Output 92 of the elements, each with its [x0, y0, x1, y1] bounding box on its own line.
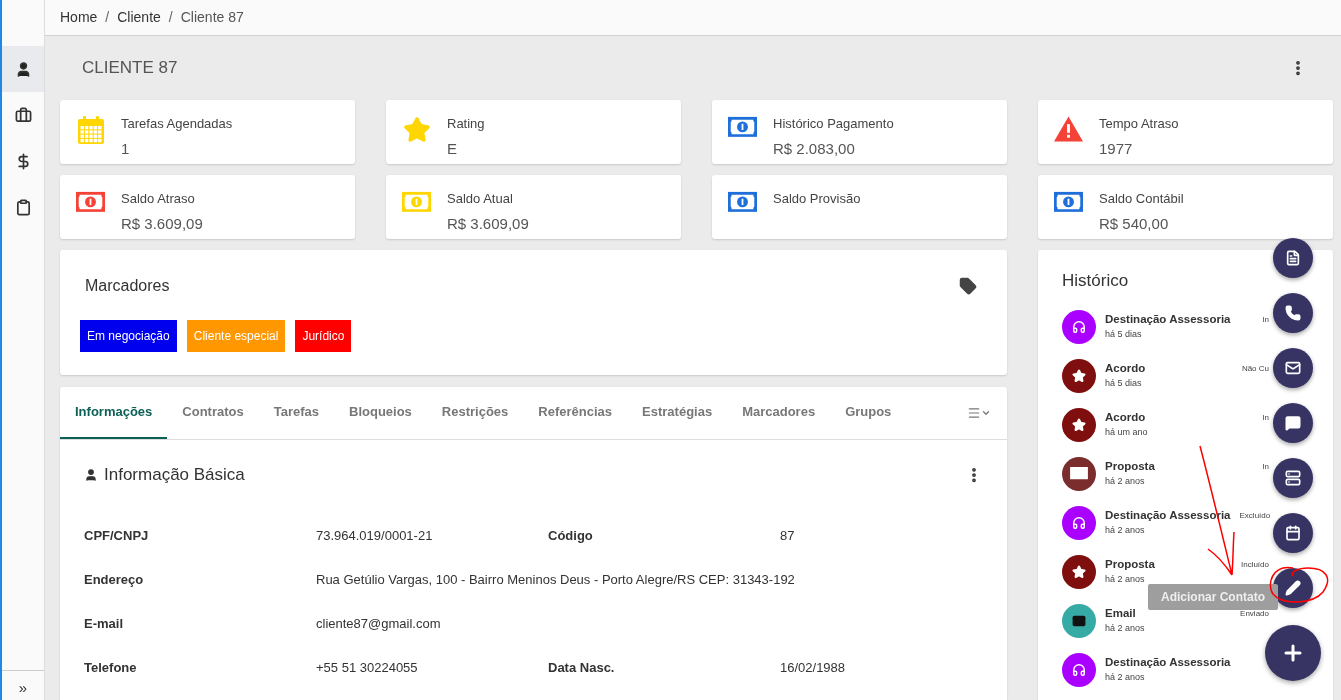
headset-icon	[1072, 662, 1086, 677]
field-value: cliente87@gmail.com	[316, 614, 442, 633]
breadcrumb-link[interactable]: Home	[60, 7, 98, 28]
menu-icon	[967, 406, 981, 420]
field-label: CPF/CNPJ	[84, 526, 150, 545]
breadcrumb-separator: /	[105, 8, 110, 27]
history-status: Não Cu	[1241, 362, 1269, 375]
history-time: há 5 dias	[1105, 377, 1143, 391]
marker-tag: Jurídico	[295, 320, 352, 352]
tab[interactable]: Grupos	[830, 387, 907, 439]
stat-label: Saldo Contábil	[1099, 190, 1184, 208]
phone-icon	[1285, 305, 1301, 321]
edit-icon	[1285, 580, 1301, 596]
stat-label: Tempo Atraso	[1099, 115, 1179, 133]
stat-label: Saldo Atual	[447, 190, 514, 208]
section-title: Informação Básica	[104, 464, 245, 486]
breadcrumb-current: Cliente 87	[180, 8, 244, 27]
marker-tag: Cliente especial	[186, 320, 286, 352]
breadcrumb-link[interactable]: Cliente	[117, 7, 161, 28]
history-status: In	[1262, 411, 1269, 424]
headset-icon	[1072, 515, 1086, 530]
history-time: há 2 anos	[1105, 524, 1146, 538]
history-status: In	[1262, 460, 1269, 473]
history-time: há 5 dias	[1105, 328, 1143, 342]
tooltip: Adicionar Contato	[1148, 584, 1278, 610]
stat-value: R$ 3.609,09	[447, 213, 529, 234]
tab[interactable]: Informações	[60, 387, 168, 439]
history-title: Proposta	[1105, 557, 1156, 573]
briefcase-icon	[14, 106, 32, 124]
headset-icon	[1072, 319, 1086, 334]
stat-label: Rating	[447, 115, 485, 133]
stat-label: Saldo Atraso	[121, 190, 196, 208]
field-label: Endereço	[84, 570, 145, 589]
field-label: Data Nasc.	[548, 658, 616, 677]
history-title: Destinação Assessoria	[1105, 312, 1232, 328]
history-time: há 2 anos	[1105, 671, 1146, 685]
stat-value: R$ 2.083,00	[773, 138, 856, 159]
field-value: 73.964.019/0001-21	[316, 526, 434, 545]
stat-label: Histórico Pagamento	[773, 115, 894, 133]
history-title: Proposta	[1105, 459, 1156, 475]
history-time: há 2 anos	[1105, 573, 1146, 587]
history-time: há um ano	[1105, 426, 1149, 440]
field-value: Rua Getúlio Vargas, 100 - Bairro Meninos Deus - Porto Alegre/RS CEP: 31343-192	[316, 570, 796, 589]
tab[interactable]: Tarefas	[258, 387, 334, 439]
field-value: +55 51 30224055	[316, 658, 419, 677]
history-title: Email	[1105, 606, 1137, 622]
stat-value: E	[447, 138, 458, 159]
tab[interactable]: Bloqueios	[334, 387, 427, 439]
star-icon	[1072, 564, 1086, 579]
tab[interactable]: Referências	[523, 387, 628, 439]
history-status: Incluído	[1240, 558, 1269, 571]
stat-label: Tarefas Agendadas	[121, 115, 233, 133]
history-time: há 2 anos	[1105, 475, 1146, 489]
breadcrumb-separator: /	[168, 8, 173, 27]
card-title: Marcadores	[85, 276, 170, 296]
sidebar-item[interactable]	[2, 46, 44, 92]
history-time: há 2 anos	[1105, 622, 1146, 636]
stat-label: Saldo Provisão	[773, 190, 861, 208]
history-status: In	[1262, 313, 1269, 326]
history-status: Enviado	[1240, 607, 1269, 620]
expand-button[interactable]: »	[2, 670, 44, 700]
field-value: 87	[780, 526, 796, 545]
caret-icon	[981, 408, 991, 418]
page-title: CLIENTE 87	[82, 57, 178, 80]
tab[interactable]: Estratégias	[627, 387, 728, 439]
field-label: Código	[548, 526, 594, 545]
field-label: Telefone	[84, 658, 138, 677]
tab[interactable]: Restrições	[426, 387, 524, 439]
field-label: E-mail	[84, 614, 124, 633]
tab[interactable]: Marcadores	[727, 387, 831, 439]
clipboard-icon	[14, 198, 32, 216]
stat-value: R$ 540,00	[1099, 213, 1170, 234]
person-icon	[84, 467, 98, 482]
calendar-icon	[1285, 525, 1301, 541]
tab[interactable]: Contratos	[167, 387, 259, 439]
stat-value: 1	[121, 138, 131, 159]
history-status: Excluído	[1239, 509, 1271, 522]
stat-value: 1977	[1099, 138, 1134, 159]
list-icon	[1285, 470, 1301, 486]
history-title: Acordo	[1105, 361, 1147, 377]
field-value: 16/02/1988	[780, 658, 847, 677]
chat-icon	[1285, 415, 1301, 431]
star-icon	[1072, 368, 1086, 383]
stat-value: R$ 3.609,09	[121, 213, 203, 234]
star-icon	[1072, 417, 1086, 432]
history-title: Destinação Assessoria	[1105, 655, 1232, 671]
marker-tag: Em negociação	[80, 320, 177, 352]
note-icon	[1285, 250, 1301, 266]
history-title: Acordo	[1105, 410, 1147, 426]
tag-icon[interactable]	[959, 277, 977, 295]
banknote-icon	[1070, 467, 1088, 480]
card-title: Histórico	[1062, 270, 1130, 292]
